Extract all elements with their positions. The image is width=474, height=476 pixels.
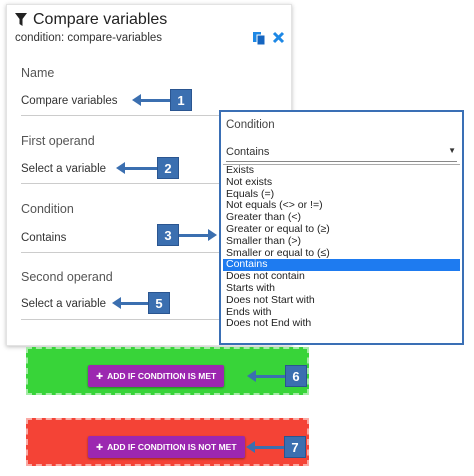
plus-icon: ✚ <box>96 370 104 381</box>
callout-5: 5 <box>148 292 170 314</box>
second-operand-label: Second operand <box>21 270 113 284</box>
callout-2: 2 <box>157 157 179 179</box>
divider <box>21 319 221 320</box>
panel-title-text: Compare variables <box>33 11 168 28</box>
callout-arrow <box>132 94 170 106</box>
filter-icon <box>15 13 27 26</box>
select-underline <box>226 161 457 162</box>
callout-7: 7 <box>284 436 306 458</box>
callout-1: 1 <box>170 89 192 111</box>
divider <box>21 115 221 116</box>
option-smaller-than[interactable]: Smaller than (>) <box>223 235 460 248</box>
add-if-met-label: ADD IF CONDITION IS MET <box>107 371 217 381</box>
condition-options-list: Exists Not exists Equals (=) Not equals … <box>223 164 460 330</box>
option-not-exists[interactable]: Not exists <box>223 176 460 189</box>
copy-icon[interactable] <box>252 31 266 45</box>
panel-title: Compare variables <box>15 11 167 29</box>
dropdown-selected-value[interactable]: Contains <box>226 146 269 158</box>
name-label: Name <box>21 66 55 80</box>
callout-3: 3 <box>157 224 179 246</box>
callout-arrow <box>179 229 217 241</box>
callout-arrow <box>112 297 148 309</box>
first-operand-select[interactable]: Select a variable <box>21 163 106 175</box>
option-greater-or-equal[interactable]: Greater or equal to (≥) <box>223 223 460 236</box>
plus-icon: ✚ <box>96 441 104 452</box>
callout-arrow <box>116 162 157 174</box>
panel-subtitle: condition: compare-variables <box>15 32 163 44</box>
divider <box>21 183 221 184</box>
option-starts-with[interactable]: Starts with <box>223 282 460 295</box>
add-if-not-met-label: ADD IF CONDITION IS NOT MET <box>107 442 237 452</box>
option-does-not-start-with[interactable]: Does not Start with <box>223 294 460 307</box>
condition-label: Condition <box>21 202 74 216</box>
condition-select[interactable]: Contains <box>21 232 66 244</box>
dropdown-title: Condition <box>226 119 275 131</box>
caret-down-icon[interactable]: ▼ <box>448 146 456 155</box>
first-operand-label: First operand <box>21 134 95 148</box>
divider <box>21 252 221 253</box>
option-does-not-end-with[interactable]: Does not End with <box>223 318 460 330</box>
callout-arrow <box>246 441 284 453</box>
name-input[interactable]: Compare variables <box>21 95 118 107</box>
add-if-condition-not-met-button[interactable]: ✚ ADD IF CONDITION IS NOT MET <box>88 436 245 458</box>
close-icon[interactable] <box>272 31 285 44</box>
second-operand-select[interactable]: Select a variable <box>21 298 106 310</box>
callout-arrow <box>247 370 285 382</box>
condition-dropdown: Condition Contains ▼ Exists Not exists E… <box>219 110 464 345</box>
callout-6: 6 <box>285 365 307 387</box>
add-if-condition-met-button[interactable]: ✚ ADD IF CONDITION IS MET <box>88 365 225 387</box>
